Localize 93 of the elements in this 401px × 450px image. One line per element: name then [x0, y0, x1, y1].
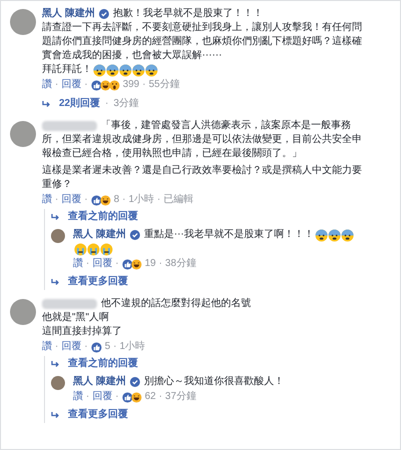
separator-dot: ·	[55, 78, 58, 92]
scared-emoji-icon	[93, 64, 106, 76]
like-reaction-icon	[122, 258, 133, 270]
separator-dot: ·	[122, 193, 126, 207]
separator-dot: ·	[158, 257, 162, 271]
comment-text: 實會造成我的困擾，也會被大眾誤解⋯⋯	[42, 49, 222, 63]
view-replies-link[interactable]: 查看更多回覆	[68, 408, 128, 422]
comment-text: 抱歉！我老早就不是股東了！！！	[112, 7, 263, 21]
crying-emoji-icon	[100, 242, 113, 256]
like-link[interactable]: 讚	[42, 78, 52, 92]
comment-text: 重點是⋯我老早就不是股東了啊！！！	[144, 228, 314, 242]
reply-link[interactable]: 回覆	[61, 340, 82, 354]
reply-link[interactable]: 回覆	[92, 257, 112, 271]
comment-text: 請查證一下再去評斷，不要刻意硬扯到我身上，讓別人攻擊我！有任何問	[42, 21, 362, 35]
comment-text: 題請你們直接問健身房的經營團隊，也麻煩你們別亂下標題好嗎？這樣確	[42, 35, 362, 49]
like-link[interactable]: 讚	[73, 257, 83, 271]
like-link[interactable]: 讚	[73, 390, 83, 404]
comment-text: 別擔心～我知道你很喜歡酸人！	[144, 375, 284, 389]
comment-meta: 399	[122, 78, 140, 92]
separator-dot: ·	[115, 257, 119, 271]
avatar[interactable]	[10, 9, 36, 35]
scared-emoji-icon	[314, 228, 328, 242]
separator-dot: ·	[157, 193, 160, 207]
comment-meta: 1小時	[120, 340, 146, 354]
reply-arrow-icon	[51, 278, 60, 286]
separator-dot: ·	[84, 340, 88, 354]
comment-meta: 已編輯	[164, 193, 194, 207]
view-replies-link[interactable]: 查看之前的回覆	[68, 210, 138, 224]
comment-text: 他就是"黑"人啊	[42, 311, 110, 325]
surprised-reaction-icon	[108, 80, 120, 90]
comment-meta: 1小時	[128, 193, 154, 207]
like-reaction-icon	[122, 392, 133, 402]
avatar[interactable]	[51, 376, 65, 390]
reply-arrow-icon	[51, 214, 60, 220]
comment-meta: 38分鐘	[165, 257, 196, 271]
author-name[interactable]: 黑人 陳建州	[73, 375, 126, 389]
author-name[interactable]: 黑人 陳建州	[42, 7, 95, 21]
comment-meta: 19	[144, 257, 156, 271]
comment-meta: 5	[104, 340, 110, 354]
comment-text: 拜託拜託！	[42, 63, 92, 77]
reply-arrow-icon	[51, 360, 60, 368]
scared-emoji-icon	[145, 64, 158, 76]
reply-arrow-icon	[51, 412, 60, 418]
scared-emoji-icon	[106, 64, 119, 76]
comment-meta: 3分鐘	[113, 97, 140, 111]
reply-arrow-icon	[42, 100, 51, 108]
separator-dot: ·	[55, 340, 58, 354]
separator-dot: ·	[86, 257, 90, 271]
like-reaction-icon	[90, 194, 102, 206]
separator-dot: ·	[158, 390, 162, 404]
view-replies-link[interactable]: 22則回覆	[59, 97, 100, 111]
scared-emoji-icon	[340, 228, 354, 242]
separator-dot: ·	[86, 390, 90, 404]
comment-text: 「事後，建管處發言人洪德豪表示，該案原本是一般事務	[101, 119, 351, 133]
comment-meta: 8	[114, 193, 120, 207]
comment-text: 他不違規的話怎麼對得起他的名號	[101, 297, 251, 311]
separator-dot: ·	[84, 78, 88, 92]
laughing-reaction-icon	[130, 392, 142, 402]
comment-text: 這樣是業者遲未改善？還是自己行政效率要檢討？或是撰稿人中文能力要	[42, 164, 362, 178]
comment-text: 報檢查已經合格，使用執照也申請，已經在最後關頭了。」	[42, 147, 302, 161]
separator-dot: ·	[55, 193, 58, 207]
separator-dot: ·	[84, 193, 88, 207]
reply-link[interactable]: 回覆	[61, 78, 82, 92]
avatar[interactable]	[51, 229, 65, 243]
view-replies-link[interactable]: 查看更多回覆	[68, 275, 128, 289]
comment-meta: 62	[144, 390, 156, 404]
avatar[interactable]	[10, 299, 36, 325]
comment-text: 所，但業者違規改成健身房，但那邊是可以依法做變更，目前公共安全申	[42, 133, 362, 147]
comment-text: 重修？	[42, 178, 72, 192]
scared-emoji-icon	[328, 228, 341, 242]
like-reaction-icon	[90, 342, 102, 352]
separator-dot: ·	[105, 97, 108, 111]
crying-emoji-icon	[87, 242, 100, 256]
comment-text: 這間直接封掉算了	[42, 325, 122, 339]
scared-emoji-icon	[132, 64, 145, 76]
avatar[interactable]	[10, 121, 36, 147]
scared-emoji-icon	[119, 64, 132, 76]
like-link[interactable]: 讚	[42, 340, 52, 354]
comment-meta: 37分鐘	[165, 390, 196, 404]
crying-emoji-icon	[74, 242, 87, 256]
laughing-reaction-icon	[130, 258, 142, 270]
laughing-reaction-icon	[100, 80, 111, 90]
comment-meta: 55分鐘	[148, 78, 180, 92]
like-link[interactable]: 讚	[42, 193, 52, 207]
like-reaction-icon	[90, 80, 102, 90]
reply-link[interactable]: 回覆	[61, 193, 82, 207]
separator-dot: ·	[115, 390, 119, 404]
reply-link[interactable]: 回覆	[92, 390, 112, 404]
separator-dot: ·	[113, 340, 117, 354]
separator-dot: ·	[142, 78, 146, 92]
author-name[interactable]: 黑人 陳建州	[73, 228, 126, 242]
view-replies-link[interactable]: 查看之前的回覆	[68, 357, 138, 371]
laughing-reaction-icon	[100, 194, 111, 206]
